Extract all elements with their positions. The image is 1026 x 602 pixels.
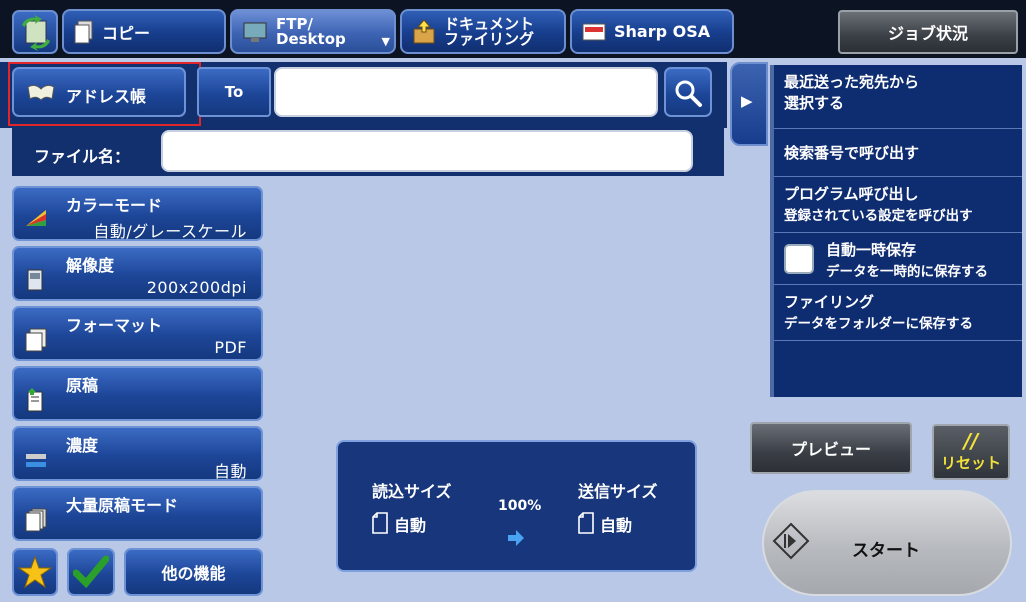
resolution-icon: [27, 269, 43, 291]
density-label: 濃度: [66, 436, 99, 455]
tab-osa-label: Sharp OSA: [614, 22, 711, 41]
right-menu-panel: 最近送った宛先から 選択する 検索番号で呼び出す プログラム呼び出し 登録されて…: [770, 65, 1022, 397]
auto-save-sub: データを一時的に保存する: [826, 264, 988, 280]
resolution-button[interactable]: 解像度 200x200dpi: [12, 246, 263, 301]
to-button[interactable]: To: [197, 67, 271, 117]
preview-button[interactable]: プレビュー: [750, 422, 912, 474]
filename-label: ファイル名：: [34, 147, 131, 166]
filename-field[interactable]: [161, 130, 693, 172]
read-size-value: 自動: [394, 516, 427, 535]
expand-arrow-icon: ▶: [741, 92, 753, 110]
mode-switch-icon: [22, 15, 50, 51]
format-label: フォーマット: [66, 316, 163, 335]
dropdown-arrow-icon: ▼: [381, 35, 390, 48]
original-label: 原稿: [66, 376, 99, 395]
preview-label: プレビュー: [790, 440, 871, 459]
reset-label: リセット: [940, 454, 1001, 472]
send-size-value: 自動: [600, 516, 633, 535]
original-document-icon: [27, 388, 43, 412]
side-panel-toggle[interactable]: ▶: [730, 62, 768, 146]
send-size-label: 送信サイズ: [578, 482, 658, 501]
ratio-value: 100%: [498, 498, 542, 514]
density-value: 自動: [213, 462, 247, 481]
format-button[interactable]: フォーマット PDF: [12, 306, 263, 361]
to-label: To: [224, 83, 244, 101]
other-functions-label: 他の機能: [161, 564, 226, 583]
filing-title: ファイリング: [784, 293, 875, 311]
search-number-item[interactable]: 検索番号で呼び出す: [774, 129, 1022, 177]
tab-ftp-line2: Desktop: [276, 29, 346, 48]
top-bar: コピー FTP/ Desktop ▼ ドキュメント ファイリング Sharp O…: [0, 0, 1026, 58]
recent-line1: 最近送った宛先から: [784, 73, 920, 91]
auto-save-title: 自動一時保存: [826, 241, 917, 259]
document-filing-icon: [412, 18, 436, 45]
arrow-right-icon: [508, 530, 524, 546]
monitor-icon: [242, 20, 268, 44]
page-icon: [578, 512, 594, 534]
reset-icon: //: [963, 429, 979, 453]
checkmark-button[interactable]: [67, 548, 115, 596]
filing-item[interactable]: ファイリング データをフォルダーに保存する: [774, 285, 1022, 341]
auto-save-item[interactable]: 自動一時保存 データを一時的に保存する: [774, 233, 1022, 285]
original-button[interactable]: 原稿: [12, 366, 263, 421]
filing-sub: データをフォルダーに保存する: [784, 316, 973, 332]
star-icon: [18, 555, 52, 589]
density-button[interactable]: 濃度 自動: [12, 426, 263, 481]
tab-copy[interactable]: コピー: [62, 9, 226, 54]
color-mode-button[interactable]: カラーモード 自動/グレースケール: [12, 186, 263, 241]
reset-button[interactable]: // リセット: [932, 424, 1010, 480]
check-icon: [73, 555, 109, 589]
bulk-original-label: 大量原稿モード: [66, 496, 179, 515]
recent-destinations-item[interactable]: 最近送った宛先から 選択する: [774, 65, 1022, 129]
job-status-button[interactable]: ジョブ状況: [838, 10, 1018, 54]
search-button[interactable]: [664, 67, 712, 117]
resolution-value: 200x200dpi: [146, 278, 247, 297]
to-address-field[interactable]: [274, 67, 658, 117]
start-diamond-icon: [772, 522, 810, 560]
recent-line2: 選択する: [784, 94, 845, 112]
search-number-label: 検索番号で呼び出す: [784, 144, 920, 162]
start-label: スタート: [852, 541, 920, 561]
bulk-original-mode-button[interactable]: 大量原稿モード: [12, 486, 263, 541]
color-mode-icon: [26, 210, 46, 226]
page-icon: [372, 512, 388, 534]
resolution-label: 解像度: [66, 256, 115, 275]
program-sub: 登録されている設定を呼び出す: [784, 208, 973, 224]
copy-icon: [74, 20, 94, 44]
program-title: プログラム呼び出し: [784, 185, 919, 203]
highlight-frame: [8, 62, 201, 126]
bulk-documents-icon: [25, 508, 47, 532]
tab-ftp-desktop[interactable]: FTP/ Desktop ▼: [230, 9, 396, 54]
search-icon: [675, 80, 702, 107]
format-value: PDF: [214, 338, 247, 357]
program-recall-item[interactable]: プログラム呼び出し 登録されている設定を呼び出す: [774, 177, 1022, 233]
tab-doc-line2: ファイリング: [444, 29, 535, 48]
tab-sharp-osa[interactable]: Sharp OSA: [570, 9, 734, 54]
color-mode-label: カラーモード: [66, 196, 163, 215]
read-size-label: 読込サイズ: [372, 482, 452, 501]
color-mode-value: 自動/グレースケール: [93, 222, 247, 241]
density-icon: [26, 454, 46, 467]
tab-document-filing[interactable]: ドキュメント ファイリング: [400, 9, 566, 54]
auto-save-checkbox[interactable]: [784, 244, 814, 274]
scan-info-panel: 読込サイズ 自動 100% 送信サイズ 自動: [336, 440, 697, 572]
other-functions-button[interactable]: 他の機能: [124, 548, 263, 596]
file-format-icon: [25, 328, 47, 352]
mode-switch-button[interactable]: [12, 10, 58, 54]
favorites-button[interactable]: [12, 548, 58, 596]
tab-copy-label: コピー: [102, 23, 151, 43]
osa-icon: [582, 22, 606, 42]
start-button[interactable]: スタート: [762, 490, 1012, 596]
